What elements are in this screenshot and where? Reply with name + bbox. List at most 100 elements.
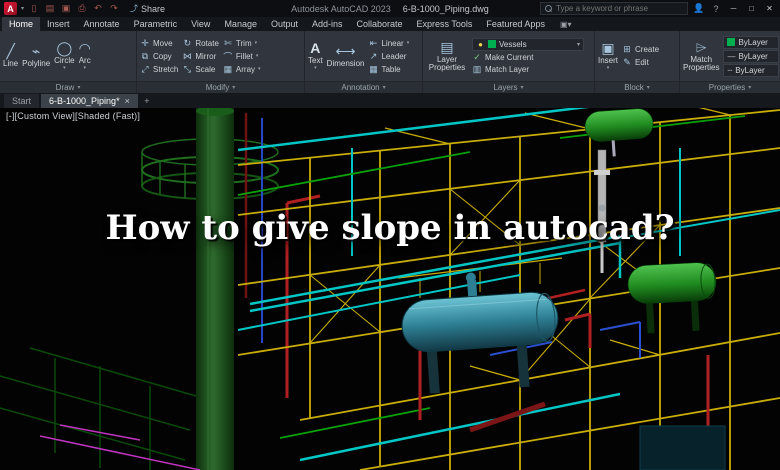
panel-modify-body: ✛Move ⧉Copy ⤢Stretch ↻Rotate ⋈Mirror ⤡Sc… bbox=[137, 31, 304, 81]
scale-button[interactable]: ⤡Scale bbox=[182, 64, 219, 75]
array-label: Array bbox=[236, 65, 255, 74]
app-menu-chevron-icon[interactable]: ▾ bbox=[21, 5, 24, 12]
help-icon[interactable]: ? bbox=[710, 4, 722, 14]
fillet-dropdown-icon[interactable]: ▾ bbox=[256, 53, 259, 59]
array-button[interactable]: ▦Array▾ bbox=[223, 64, 261, 75]
leader-icon: ↗ bbox=[368, 51, 378, 62]
redo-icon[interactable]: ↷ bbox=[108, 0, 120, 17]
line-button[interactable]: ╱ Line bbox=[3, 44, 18, 68]
stretch-button[interactable]: ⤢Stretch bbox=[140, 64, 178, 75]
edit-block-button[interactable]: ✎Edit bbox=[622, 57, 659, 68]
linetype-value: ByLayer bbox=[735, 66, 764, 75]
panel-label-layers[interactable]: Layers bbox=[423, 81, 594, 93]
minimize-button[interactable]: ─ bbox=[727, 4, 740, 13]
array-icon: ▦ bbox=[223, 64, 233, 75]
create-block-icon: ⊞ bbox=[622, 44, 632, 55]
layers-col: ● Vessels ▾ ✓ Make Current ▥ Match Layer bbox=[472, 38, 584, 75]
layer-properties-button[interactable]: ▤ Layer Properties bbox=[426, 40, 468, 72]
rotate-button[interactable]: ↻Rotate bbox=[182, 38, 219, 49]
arc-button[interactable]: ◠ Arc ▾ bbox=[79, 41, 91, 71]
sign-in-icon[interactable]: 👤 bbox=[693, 3, 705, 14]
arc-label: Arc bbox=[79, 57, 91, 65]
help-search[interactable] bbox=[540, 2, 688, 15]
share-button[interactable]: ⤴ Share bbox=[130, 3, 165, 14]
table-button[interactable]: ▦Table bbox=[368, 64, 409, 75]
drawing-viewport[interactable]: [-][Custom View][Shaded (Fast)] How to g… bbox=[0, 108, 780, 470]
close-button[interactable]: ✕ bbox=[763, 4, 776, 13]
stretch-icon: ⤢ bbox=[140, 64, 150, 75]
open-file-icon[interactable]: ▤ bbox=[44, 0, 56, 17]
table-label: Table bbox=[381, 65, 400, 74]
text-dropdown-icon[interactable]: ▾ bbox=[314, 66, 317, 71]
layer-properties-icon: ▤ bbox=[440, 40, 453, 55]
match-properties-icon: ⌲ bbox=[696, 40, 707, 55]
green-column bbox=[196, 108, 234, 470]
text-button[interactable]: A Text ▾ bbox=[308, 41, 323, 71]
linear-button[interactable]: ⇤Linear▾ bbox=[368, 38, 409, 49]
tab-featured-apps[interactable]: Featured Apps bbox=[479, 17, 552, 31]
move-button[interactable]: ✛Move bbox=[140, 38, 178, 49]
share-label: Share bbox=[141, 4, 165, 14]
trim-dropdown-icon[interactable]: ▾ bbox=[255, 40, 258, 46]
insert-button[interactable]: ▣ Insert ▾ bbox=[598, 41, 618, 71]
layer-select[interactable]: ● Vessels ▾ bbox=[472, 38, 584, 51]
circle-button[interactable]: ◯ Circle ▾ bbox=[54, 41, 74, 71]
mirror-button[interactable]: ⋈Mirror bbox=[182, 51, 219, 62]
copy-button[interactable]: ⧉Copy bbox=[140, 51, 178, 62]
tab-view[interactable]: View bbox=[184, 17, 217, 31]
trim-button[interactable]: ✄Trim▾ bbox=[223, 38, 261, 49]
panel-label-modify[interactable]: Modify bbox=[137, 81, 304, 93]
linear-dropdown-icon[interactable]: ▾ bbox=[407, 40, 410, 46]
rotate-label: Rotate bbox=[195, 39, 219, 48]
line-icon: ╱ bbox=[6, 44, 14, 59]
tab-annotate[interactable]: Annotate bbox=[77, 17, 127, 31]
tab-output[interactable]: Output bbox=[264, 17, 305, 31]
copy-icon: ⧉ bbox=[140, 51, 150, 62]
polyline-button[interactable]: ⌁ Polyline bbox=[22, 44, 50, 68]
dimension-button[interactable]: ⟷ Dimension bbox=[327, 44, 365, 68]
lineweight-select[interactable]: — ByLayer bbox=[723, 50, 779, 63]
tab-insert[interactable]: Insert bbox=[40, 17, 77, 31]
mirror-icon: ⋈ bbox=[182, 51, 192, 62]
fillet-button[interactable]: ⌒Fillet▾ bbox=[223, 51, 261, 62]
create-block-button[interactable]: ⊞Create bbox=[622, 44, 659, 55]
file-tab-start[interactable]: Start bbox=[4, 94, 39, 108]
insert-dropdown-icon[interactable]: ▾ bbox=[607, 66, 610, 71]
equipment-box bbox=[640, 426, 725, 470]
document-title: 6-B-1000_Piping.dwg bbox=[403, 4, 489, 14]
panel-label-annotation[interactable]: Annotation bbox=[305, 81, 422, 93]
fillet-label: Fillet bbox=[236, 52, 253, 61]
tab-manage[interactable]: Manage bbox=[217, 17, 264, 31]
panel-label-draw[interactable]: Draw bbox=[0, 81, 136, 93]
tab-add-ins[interactable]: Add-ins bbox=[305, 17, 350, 31]
plot-icon[interactable]: ⎙ bbox=[76, 0, 88, 17]
search-input[interactable] bbox=[556, 4, 683, 13]
tab-collaborate[interactable]: Collaborate bbox=[350, 17, 410, 31]
new-file-icon[interactable]: ▯ bbox=[28, 0, 40, 17]
panel-label-block[interactable]: Block bbox=[595, 81, 679, 93]
make-current-button[interactable]: ✓ Make Current bbox=[472, 52, 584, 63]
file-tab-document[interactable]: 6-B-1000_Piping* × bbox=[41, 94, 138, 108]
arc-dropdown-icon[interactable]: ▾ bbox=[83, 66, 86, 71]
app-logo[interactable]: A bbox=[4, 2, 17, 15]
tab-home[interactable]: Home bbox=[2, 17, 40, 31]
circle-dropdown-icon[interactable]: ▾ bbox=[63, 66, 66, 71]
undo-icon[interactable]: ↶ bbox=[92, 0, 104, 17]
ribbon-options-icon[interactable]: ▣▾ bbox=[560, 17, 572, 31]
object-color-select[interactable]: ByLayer bbox=[723, 36, 779, 49]
viewport-controls[interactable]: [-][Custom View][Shaded (Fast)] bbox=[6, 111, 140, 121]
leader-button[interactable]: ↗Leader bbox=[368, 51, 409, 62]
new-tab-button[interactable]: + bbox=[140, 94, 154, 108]
maximize-button[interactable]: □ bbox=[745, 4, 758, 13]
match-layer-button[interactable]: ▥ Match Layer bbox=[472, 64, 584, 75]
close-tab-icon[interactable]: × bbox=[125, 96, 130, 106]
tab-express-tools[interactable]: Express Tools bbox=[410, 17, 480, 31]
match-properties-button[interactable]: ⌲ Match Properties bbox=[683, 40, 719, 72]
array-dropdown-icon[interactable]: ▾ bbox=[258, 66, 261, 72]
tab-parametric[interactable]: Parametric bbox=[127, 17, 185, 31]
linetype-select[interactable]: ┄ ByLayer bbox=[723, 64, 779, 77]
panel-label-properties[interactable]: Properties bbox=[680, 81, 780, 93]
save-icon[interactable]: ▣ bbox=[60, 0, 72, 17]
insert-block-icon: ▣ bbox=[601, 41, 614, 56]
linear-label: Linear bbox=[381, 39, 403, 48]
